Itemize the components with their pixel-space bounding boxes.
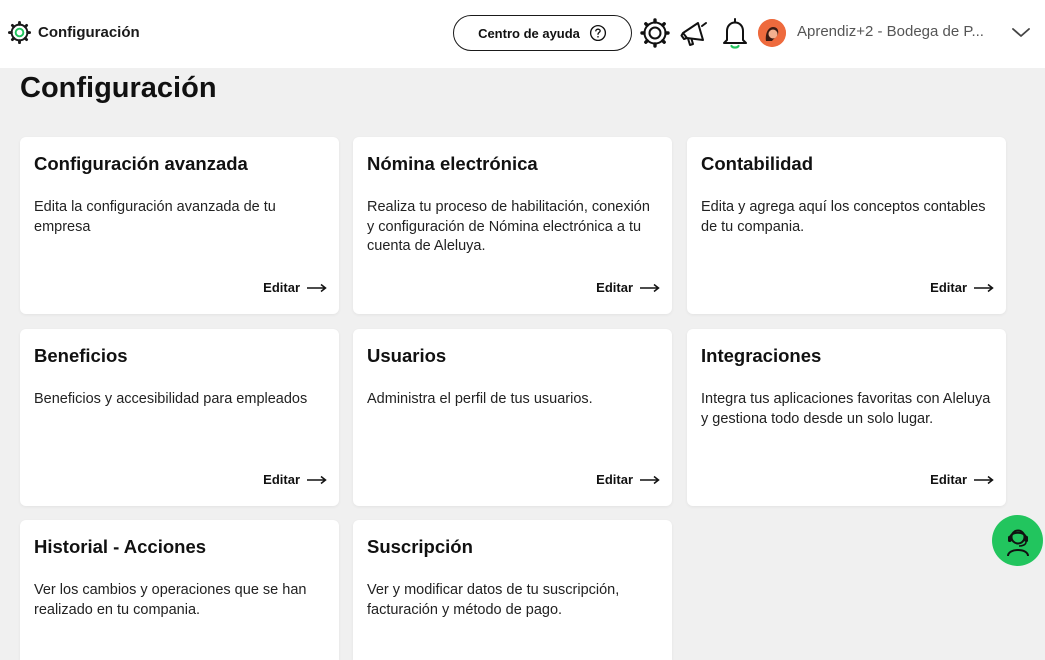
card-description: Ver y modificar datos de tu suscripción,… <box>367 582 620 618</box>
top-bar: Configuración Centro de ayuda Aprendiz+2… <box>0 0 1045 68</box>
edit-link[interactable]: Editar <box>596 280 660 295</box>
edit-link[interactable]: Editar <box>263 280 327 295</box>
card-integraciones[interactable]: Integraciones Integra tus aplicaciones f… <box>687 329 1006 506</box>
megaphone-icon <box>679 18 709 48</box>
card-description: Administra el perfil de tus usuarios. <box>367 391 593 407</box>
edit-label: Editar <box>596 472 633 487</box>
header-title: Configuración <box>38 24 140 41</box>
arrow-right-icon <box>974 475 994 485</box>
edit-link[interactable]: Editar <box>596 472 660 487</box>
card-title: Contabilidad <box>701 153 814 174</box>
card-description: Realiza tu proceso de habilitación, cone… <box>367 199 650 254</box>
card-historial-acciones[interactable]: Historial - Acciones Ver los cambios y o… <box>20 520 339 660</box>
avatar[interactable] <box>758 19 786 47</box>
bell-icon <box>720 17 750 49</box>
support-agent-icon <box>1000 523 1036 559</box>
card-nomina-electronica[interactable]: Nómina electrónica Realiza tu proceso de… <box>353 137 672 314</box>
arrow-right-icon <box>307 283 327 293</box>
card-title: Integraciones <box>701 345 822 366</box>
settings-button[interactable] <box>640 17 670 49</box>
edit-link[interactable]: Editar <box>930 472 994 487</box>
page-title: Configuración <box>20 72 217 104</box>
support-chat-button[interactable] <box>992 515 1043 566</box>
card-contabilidad[interactable]: Contabilidad Edita y agrega aquí los con… <box>687 137 1006 314</box>
card-beneficios[interactable]: Beneficios Beneficios y accesibilidad pa… <box>20 329 339 506</box>
card-title: Suscripción <box>367 536 473 557</box>
edit-label: Editar <box>930 472 967 487</box>
edit-label: Editar <box>263 280 300 295</box>
arrow-right-icon <box>640 475 660 485</box>
edit-link[interactable]: Editar <box>930 280 994 295</box>
help-button-label: Centro de ayuda <box>478 25 580 41</box>
card-title: Historial - Acciones <box>34 536 207 557</box>
card-title: Configuración avanzada <box>34 153 248 174</box>
card-description: Edita la configuración avanzada de tu em… <box>34 199 276 235</box>
arrow-right-icon <box>640 283 660 293</box>
card-title: Beneficios <box>34 345 128 366</box>
notifications-button[interactable] <box>720 17 750 49</box>
card-title: Usuarios <box>367 345 447 366</box>
card-title: Nómina electrónica <box>367 153 538 174</box>
arrow-right-icon <box>974 283 994 293</box>
gear-icon <box>8 21 31 44</box>
card-description: Integra tus aplicaciones favoritas con A… <box>701 391 991 427</box>
brand[interactable]: Configuración <box>8 21 140 44</box>
card-suscripcion[interactable]: Suscripción Ver y modificar datos de tu … <box>353 520 672 660</box>
edit-label: Editar <box>596 280 633 295</box>
edit-label: Editar <box>930 280 967 295</box>
card-usuarios[interactable]: Usuarios Administra el perfil de tus usu… <box>353 329 672 506</box>
arrow-right-icon <box>307 475 327 485</box>
edit-link[interactable]: Editar <box>263 472 327 487</box>
card-configuracion-avanzada[interactable]: Configuración avanzada Edita la configur… <box>20 137 339 314</box>
card-description: Edita y agrega aquí los conceptos contab… <box>701 199 986 235</box>
card-description: Ver los cambios y operaciones que se han… <box>34 582 307 618</box>
help-center-button[interactable]: Centro de ayuda <box>453 15 632 51</box>
chevron-down-icon[interactable] <box>1010 24 1032 40</box>
announcements-button[interactable] <box>679 17 709 49</box>
account-name[interactable]: Aprendiz+2 - Bodega de P... <box>797 23 1002 40</box>
gear-icon <box>640 18 670 48</box>
question-circle-icon <box>589 24 607 42</box>
card-description: Beneficios y accesibilidad para empleado… <box>34 391 308 407</box>
edit-label: Editar <box>263 472 300 487</box>
